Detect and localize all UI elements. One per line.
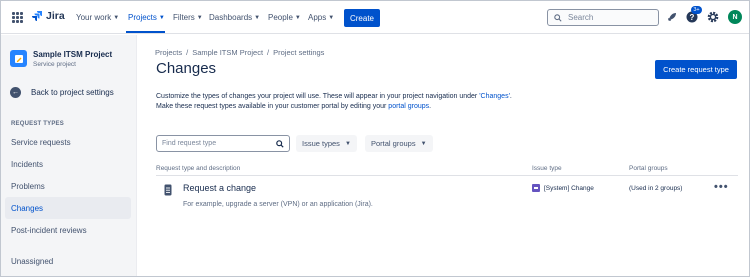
portal-groups-cell: (Used in 2 groups) [629, 185, 683, 192]
search-icon [554, 13, 562, 22]
nav-your-work[interactable]: Your work ▼ [76, 13, 119, 22]
description-punct: . [509, 93, 512, 100]
create-button[interactable]: Create [344, 9, 380, 27]
chevron-down-icon: ▼ [294, 14, 301, 21]
nav-apps[interactable]: Apps ▼ [308, 13, 334, 22]
changes-link[interactable]: 'Changes' [479, 93, 510, 100]
gear-icon[interactable] [707, 11, 719, 23]
project-name: Sample ITSM Project [33, 50, 113, 59]
chevron-down-icon: ▼ [196, 14, 203, 21]
issue-type-cell: [System] Change [532, 184, 594, 192]
chevron-down-icon: ▼ [328, 14, 335, 21]
nav-filters-label: Filters [173, 13, 195, 22]
breadcrumb-projects[interactable]: Projects [155, 48, 182, 57]
project-avatar-icon [10, 50, 27, 67]
back-label: Back to project settings [31, 88, 114, 97]
issue-types-dropdown[interactable]: Issue types ▼ [296, 135, 357, 152]
description-text: Customize the types of changes your proj… [156, 93, 480, 100]
project-logo-icon [14, 54, 23, 63]
nav-projects-label: Projects [128, 13, 157, 22]
top-navigation: Jira Your work ▼ Projects ▼ Filters ▼ Da… [1, 1, 749, 34]
nav-filters[interactable]: Filters ▼ [173, 13, 203, 22]
portal-groups-link[interactable]: portal groups [388, 103, 429, 110]
breadcrumb-project-settings[interactable]: Project settings [273, 48, 324, 57]
sidebar-item-service-requests[interactable]: Service requests [5, 131, 131, 153]
server-icon [164, 184, 172, 196]
filter-placeholder: Find request type [162, 140, 217, 147]
jira-logo-icon [32, 11, 42, 21]
breadcrumb-project[interactable]: Sample ITSM Project [192, 48, 263, 57]
column-header-issue-type: Issue type [532, 165, 562, 172]
active-nav-indicator [126, 31, 165, 33]
page-title: Changes [156, 60, 217, 77]
search-input[interactable]: Search [547, 9, 659, 26]
chevron-down-icon: ▼ [254, 14, 261, 21]
svg-text:?: ? [690, 13, 695, 22]
description-text: Make these request types available in yo… [156, 103, 389, 110]
issue-type-label: [System] Change [544, 184, 594, 192]
nav-projects[interactable]: Projects ▼ [128, 13, 165, 22]
rocket-icon[interactable] [666, 11, 678, 23]
main-content: Projects / Sample ITSM Project / Project set… [138, 35, 749, 276]
sidebar-item-unassigned[interactable]: Unassigned [5, 250, 131, 272]
change-issue-type-icon [532, 184, 540, 192]
notification-badge: 3+ [691, 6, 702, 14]
search-icon [276, 140, 284, 148]
more-actions-icon[interactable]: ••• [714, 181, 729, 193]
app-frame: Jira Your work ▼ Projects ▼ Filters ▼ Da… [0, 0, 750, 277]
page-description: Customize the types of changes your proj… [156, 92, 636, 112]
header-divider [156, 175, 738, 176]
back-to-project-settings[interactable]: ← Back to project settings [10, 87, 114, 98]
chevron-down-icon: ▼ [420, 140, 427, 147]
sidebar-item-post-incident-reviews[interactable]: Post-incident reviews [5, 219, 131, 241]
app-switcher-icon[interactable] [12, 12, 23, 23]
find-request-type-input[interactable]: Find request type [156, 135, 290, 152]
search-placeholder: Search [568, 13, 594, 22]
sidebar-section-title: REQUEST TYPES [11, 121, 64, 127]
column-header-request-type: Request type and description [156, 165, 241, 172]
nav-dashboards[interactable]: Dashboards ▼ [209, 13, 260, 22]
project-type: Service project [33, 61, 76, 68]
nav-people-label: People [268, 13, 293, 22]
avatar[interactable]: N [728, 10, 742, 24]
column-header-portal-groups: Portal groups [629, 165, 668, 172]
nav-your-work-label: Your work [76, 13, 112, 22]
request-type-description: For example, upgrade a server (VPN) or a… [183, 201, 373, 208]
issue-types-label: Issue types [302, 139, 340, 148]
nav-apps-label: Apps [308, 13, 327, 22]
portal-groups-dropdown[interactable]: Portal groups ▼ [365, 135, 433, 152]
sidebar-item-problems[interactable]: Problems [5, 175, 131, 197]
chevron-down-icon: ▼ [158, 14, 165, 21]
jira-logo[interactable]: Jira [31, 10, 65, 22]
breadcrumb: Projects / Sample ITSM Project / Project set… [155, 48, 325, 57]
request-type-name[interactable]: Request a change [183, 183, 256, 193]
sidebar-item-incidents[interactable]: Incidents [5, 153, 131, 175]
portal-groups-label: Portal groups [371, 139, 416, 148]
chevron-down-icon: ▼ [344, 140, 351, 147]
description-punct: . [429, 103, 432, 110]
logo-text: Jira [46, 10, 65, 22]
sidebar-item-changes[interactable]: Changes [5, 197, 131, 219]
create-request-type-button[interactable]: Create request type [655, 60, 737, 79]
nav-dashboards-label: Dashboards [209, 13, 253, 22]
chevron-down-icon: ▼ [113, 14, 120, 21]
arrow-left-icon: ← [10, 87, 21, 98]
sidebar: Sample ITSM Project Service project ← Ba… [1, 35, 137, 276]
nav-people[interactable]: People ▼ [268, 13, 301, 22]
